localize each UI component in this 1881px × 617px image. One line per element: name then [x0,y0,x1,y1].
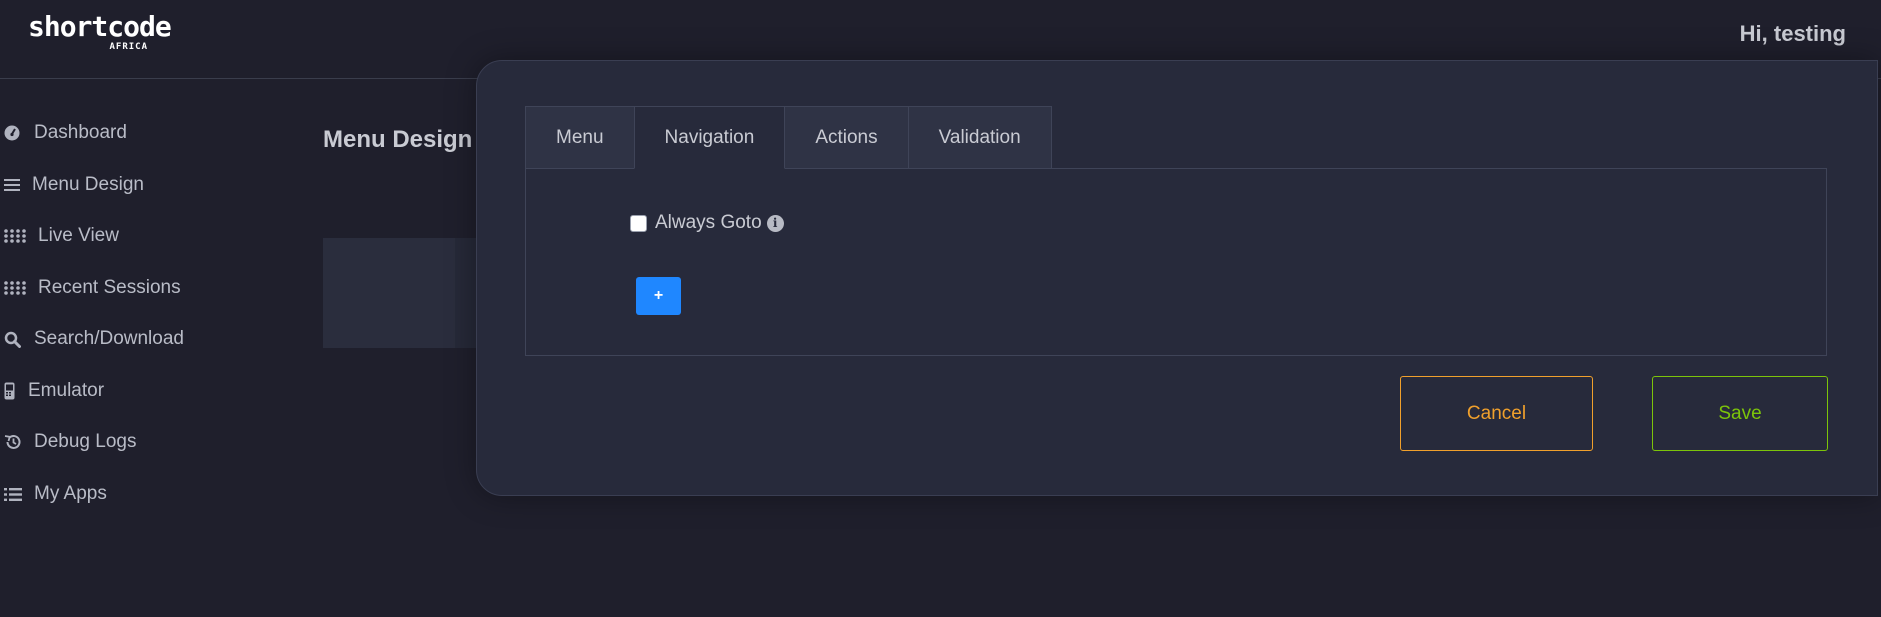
modal-tabs: Menu Navigation Actions Validation [525,106,1052,169]
info-icon[interactable]: i [766,214,784,232]
sidebar-item-menu-design[interactable]: Menu Design [4,170,144,200]
sidebar-item-label: Menu Design [32,174,144,195]
logo-wordmark: shortcode [28,10,172,43]
add-navigation-button[interactable]: + [636,277,681,315]
sidebar-item-recent-sessions[interactable]: Recent Sessions [4,273,181,303]
sidebar-item-emulator[interactable]: Emulator [4,376,104,406]
page-title: Menu Design V [323,126,496,153]
sidebar-item-dashboard[interactable]: Dashboard [4,118,127,148]
always-goto-checkbox[interactable] [630,214,647,232]
grid-dots-icon [4,226,38,246]
sidebar-item-label: Dashboard [34,122,127,143]
sidebar-item-label: Emulator [28,380,105,401]
search-icon [4,329,34,349]
user-greeting[interactable]: Hi, testing [1740,21,1846,47]
sidebar-item-live-view[interactable]: Live View [4,221,119,251]
history-icon [4,432,34,452]
bars-icon [4,175,32,195]
save-button[interactable]: Save [1652,376,1828,451]
sidebar-item-label: Recent Sessions [38,277,181,298]
tab-menu[interactable]: Menu [525,106,635,169]
sidebar-item-search-download[interactable]: Search/Download [4,324,184,354]
dashboard-icon [4,123,34,143]
tab-validation[interactable]: Validation [907,106,1052,169]
logo-subtitle: AFRICA [109,42,148,52]
always-goto-row: Always Goto i [630,212,784,234]
tab-navigation[interactable]: Navigation [633,106,786,169]
sidebar-item-label: My Apps [34,483,107,504]
sidebar-item-label: Live View [38,225,119,246]
shortcode-logo[interactable]: shortcode AFRICA [28,12,172,54]
sidebar-item-debug-logs[interactable]: Debug Logs [4,427,136,457]
sidebar-item-label: Debug Logs [34,431,137,452]
cancel-button[interactable]: Cancel [1400,376,1593,451]
menu-item-modal: Menu Navigation Actions Validation Alway… [476,60,1878,496]
always-goto-label[interactable]: Always Goto [655,212,762,234]
tab-actions[interactable]: Actions [784,106,909,169]
sidebar-item-label: Search/Download [34,328,184,349]
navigation-panel: Always Goto i + [525,168,1827,356]
grid-dots-icon [4,278,38,298]
list-icon [4,484,34,504]
phone-icon [4,381,28,401]
sidebar-item-my-apps[interactable]: My Apps [4,479,107,509]
